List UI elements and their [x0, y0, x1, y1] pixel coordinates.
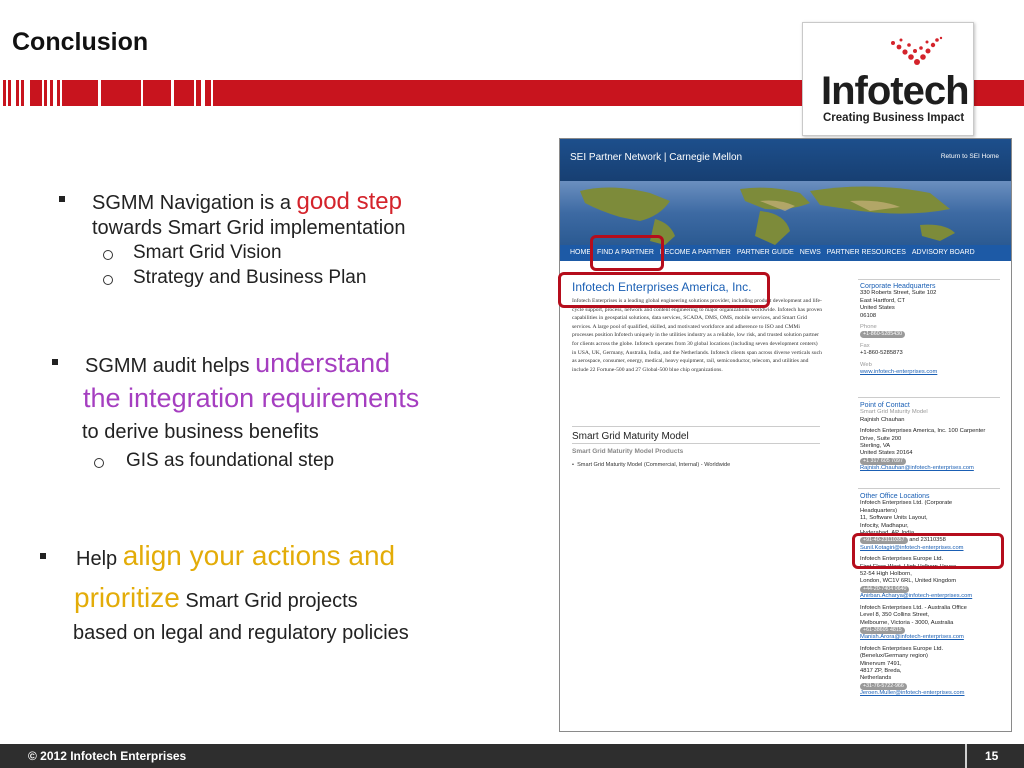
bullet-1-line-2: towards Smart Grid implementation: [92, 217, 406, 239]
sgmm-heading: Smart Grid Maturity Model: [572, 431, 689, 442]
poc-role: Smart Grid Maturity Model: [860, 409, 928, 416]
divider: [572, 443, 820, 444]
bullet-1-line-1: SGMM Navigation is a good step: [92, 188, 402, 215]
phone-pill[interactable]: +31-76-5722-966: [860, 682, 907, 690]
nav-advisory-board[interactable]: ADVISORY BOARD: [912, 245, 975, 261]
divider: [858, 279, 1000, 280]
phone-label: Phone: [860, 324, 877, 331]
poc-name: Rajnish Chauhan: [860, 416, 905, 423]
footer-divider: [965, 744, 967, 768]
phone-pill[interactable]: +1 317 605 7097: [860, 457, 906, 465]
hq-address-line: 330 Roberts Street, Suite 102: [860, 290, 937, 297]
company-description: Infotech Enterprises is a leading global…: [572, 298, 822, 373]
phone-pill[interactable]: +44-20-7404 0640: [860, 585, 910, 593]
sgmm-product-item: • Smart Grid Maturity Model (Commercial,…: [572, 462, 731, 468]
poc-address-line: Sterling, VA: [860, 443, 891, 450]
web-label: Web: [860, 361, 872, 368]
sub-bullet-marker: [103, 275, 113, 285]
office-line: London, WC1V 6RL, United Kingdom: [860, 578, 957, 585]
footer-bar: © 2012 Infotech Enterprises 15: [0, 744, 1024, 768]
office-line: Infocity, Madhapur,: [860, 522, 909, 529]
infotech-logo: Infotech Creating Business Impact: [802, 22, 974, 136]
phone-pill[interactable]: +1-860-5285430: [860, 331, 906, 339]
bullet-1-sub-1: Smart Grid Vision: [133, 242, 282, 263]
office-line: Netherlands: [860, 675, 892, 682]
other-offices-block: Other Office Locations Infotech Enterpri…: [860, 493, 1000, 698]
offices-heading: Other Office Locations: [860, 493, 930, 500]
divider: [858, 488, 1000, 489]
nav-partner-guide[interactable]: PARTNER GUIDE: [737, 245, 794, 261]
corporate-hq-block: Corporate Headquarters 330 Roberts Stree…: [860, 283, 1000, 376]
poc-address-line: Infotech Enterprises America, Inc. 100 C…: [860, 428, 986, 435]
fax-number: +1-860-5285873: [860, 350, 903, 357]
phone-pill[interactable]: +61-38605 4815: [860, 626, 905, 634]
slide-title: Conclusion: [12, 28, 149, 56]
divider: [858, 397, 1000, 398]
office-line: Minervum 7491,: [860, 660, 902, 667]
office-line: (Benelux/Germany region): [860, 653, 928, 660]
fax-label: Fax: [860, 342, 870, 349]
hq-heading: Corporate Headquarters: [860, 283, 936, 290]
hyderabad-office-highlight: [852, 533, 1004, 569]
office-line: Infotech Enterprises Europe Ltd.: [860, 645, 944, 652]
email-link[interactable]: Anirban.Acharya@infotech-enterprises.com: [860, 593, 1000, 600]
email-link[interactable]: Rajnish.Chauhan@infotech-enterprises.com: [860, 465, 1000, 472]
point-of-contact-block: Point of Contact Smart Grid Maturity Mod…: [860, 402, 1000, 473]
bullet-2-sub-1: GIS as foundational step: [126, 450, 335, 471]
sei-partner-page-screenshot: SEI Partner Network | Carnegie Mellon Re…: [559, 138, 1012, 732]
sub-bullet-marker: [103, 250, 113, 260]
poc-heading: Point of Contact: [860, 402, 910, 409]
web-brand: SEI Partner Network | Carnegie Mellon: [570, 152, 743, 163]
sub-bullet-marker: [94, 458, 104, 468]
nav-home[interactable]: HOME: [570, 245, 591, 261]
logo-tagline: Creating Business Impact: [823, 112, 965, 124]
page-number: 15: [985, 749, 999, 763]
bullet-3-line-1: Help align your actions and: [76, 540, 396, 571]
office-line: 52-54 High Holborn,: [860, 571, 912, 578]
hq-address-line: East Hartford, CT: [860, 297, 906, 304]
divider: [572, 426, 820, 427]
nav-news[interactable]: NEWS: [800, 245, 821, 261]
website-link[interactable]: www.infotech-enterprises.com: [860, 369, 1000, 376]
barcode-decoration: [0, 80, 250, 106]
nav-become-partner[interactable]: BECOME A PARTNER: [660, 245, 731, 261]
company-name-highlight: [558, 272, 770, 308]
bullet-marker: [59, 196, 65, 202]
office-line: Headquarters): [860, 507, 898, 514]
office-line: Level 8, 350 Collins Street,: [860, 612, 930, 619]
find-partner-highlight: [590, 235, 664, 271]
hq-address-line: United States: [860, 305, 895, 312]
office-line: Infotech Enterprises Ltd. (Corporate: [860, 500, 953, 507]
bullet-marker: [52, 359, 58, 365]
email-link[interactable]: Jeroen.Muller@infotech-enterprises.com: [860, 690, 1000, 697]
logo-dots-icon: [891, 36, 943, 65]
nav-partner-resources[interactable]: PARTNER RESOURCES: [827, 245, 906, 261]
sgmm-subheading: Smart Grid Maturity Model Products: [572, 448, 684, 455]
office-line: 4817 ZP, Breda,: [860, 667, 902, 674]
office-line: Melbourne, Victoria - 3000, Australia: [860, 619, 954, 626]
office-line: Infotech Enterprises Ltd. - Australia Of…: [860, 604, 967, 611]
bullet-2-line-2: the integration requirements: [83, 383, 420, 413]
bullet-1-sub-2: Strategy and Business Plan: [133, 267, 367, 288]
hq-address-line: 06108: [860, 312, 877, 319]
web-header: SEI Partner Network | Carnegie Mellon Re…: [560, 139, 1011, 181]
poc-address-line: Drive, Suite 200: [860, 435, 902, 442]
bullet-marker: [40, 553, 46, 559]
email-link[interactable]: Manish.Arora@infotech-enterprises.com: [860, 634, 1000, 641]
bullet-2-line-1: SGMM audit helps understand: [85, 348, 391, 378]
bullet-3-line-3: based on legal and regulatory policies: [73, 622, 409, 644]
return-link[interactable]: Return to SEI Home: [941, 153, 999, 160]
bullet-2-line-3: to derive business benefits: [82, 421, 319, 443]
copyright: © 2012 Infotech Enterprises: [28, 749, 187, 763]
logo-name: Infotech: [821, 69, 970, 113]
poc-address-line: United States 20164: [860, 450, 913, 457]
office-line: 11, Software Units Layout,: [860, 515, 928, 522]
bullet-3-line-2: prioritize Smart Grid projects: [74, 582, 358, 613]
